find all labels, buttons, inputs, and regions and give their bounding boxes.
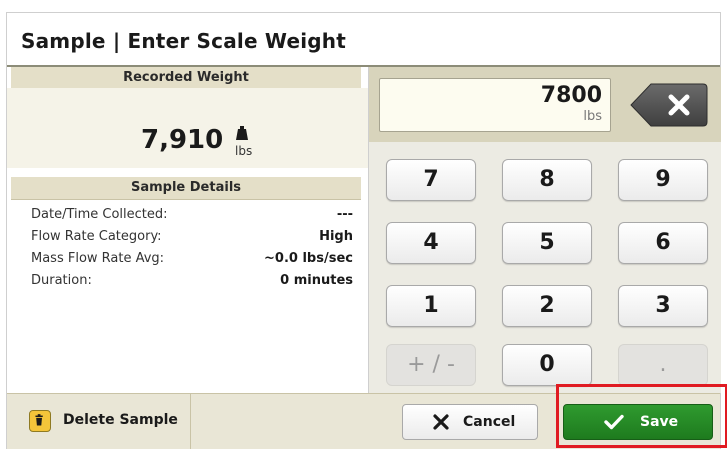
weight-icon [236,126,248,140]
key-7[interactable]: 7 [386,159,476,201]
detail-row-mass-flow: Mass Flow Rate Avg: ~0.0 lbs/sec [31,249,353,271]
key-4[interactable]: 4 [386,222,476,264]
key-9[interactable]: 9 [618,159,708,201]
key-8[interactable]: 8 [502,159,592,201]
dialog-title: Sample | Enter Scale Weight [21,29,346,53]
detail-row-date: Date/Time Collected: --- [31,205,353,227]
detail-label: Date/Time Collected: [31,207,168,222]
key-2[interactable]: 2 [502,285,592,327]
save-label: Save [640,414,679,430]
detail-row-flow-category: Flow Rate Category: High [31,227,353,249]
key-0[interactable]: 0 [502,344,592,386]
detail-value: ~0.0 lbs/sec [264,251,353,266]
key-decimal: . [618,344,708,386]
key-plus-minus: + / - [386,344,476,386]
keypad-panel: 7800 lbs 7 8 9 4 5 6 1 2 3 + / - 0 . [368,67,721,393]
key-3[interactable]: 3 [618,285,708,327]
delete-sample-label: Delete Sample [63,412,178,428]
detail-value: 0 minutes [280,273,353,288]
entry-unit: lbs [583,109,602,124]
entry-value: 7800 [540,83,602,108]
cancel-button[interactable]: Cancel [402,404,538,440]
key-6[interactable]: 6 [618,222,708,264]
sample-details-header: Sample Details [11,177,361,200]
detail-label: Flow Rate Category: [31,229,162,244]
delete-sample-button[interactable]: Delete Sample [7,394,191,449]
recorded-weight-area: 7,910 lbs [7,88,368,168]
recorded-weight-unit: lbs [235,144,253,158]
detail-label: Mass Flow Rate Avg: [31,251,165,266]
cancel-label: Cancel [463,414,516,430]
detail-label: Duration: [31,273,92,288]
trash-icon [29,410,51,432]
key-1[interactable]: 1 [386,285,476,327]
save-button[interactable]: Save [563,404,713,440]
detail-row-duration: Duration: 0 minutes [31,271,353,293]
weight-entry-field[interactable]: 7800 lbs [379,78,611,132]
key-5[interactable]: 5 [502,222,592,264]
scale-weight-dialog: Sample | Enter Scale Weight Recorded Wei… [6,12,727,449]
detail-value: --- [336,207,353,222]
recorded-weight-value: 7,910 [141,125,224,155]
detail-value: High [319,229,353,244]
checkmark-icon [604,414,624,430]
left-panel: Recorded Weight 7,910 lbs Sample Details… [7,67,368,393]
recorded-weight-header: Recorded Weight [11,67,361,90]
sample-details-list: Date/Time Collected: --- Flow Rate Categ… [31,205,353,293]
close-icon [433,414,449,430]
entry-band: 7800 lbs [369,67,721,142]
action-bar: Delete Sample Cancel Save [7,384,727,449]
backspace-icon[interactable] [629,82,709,128]
